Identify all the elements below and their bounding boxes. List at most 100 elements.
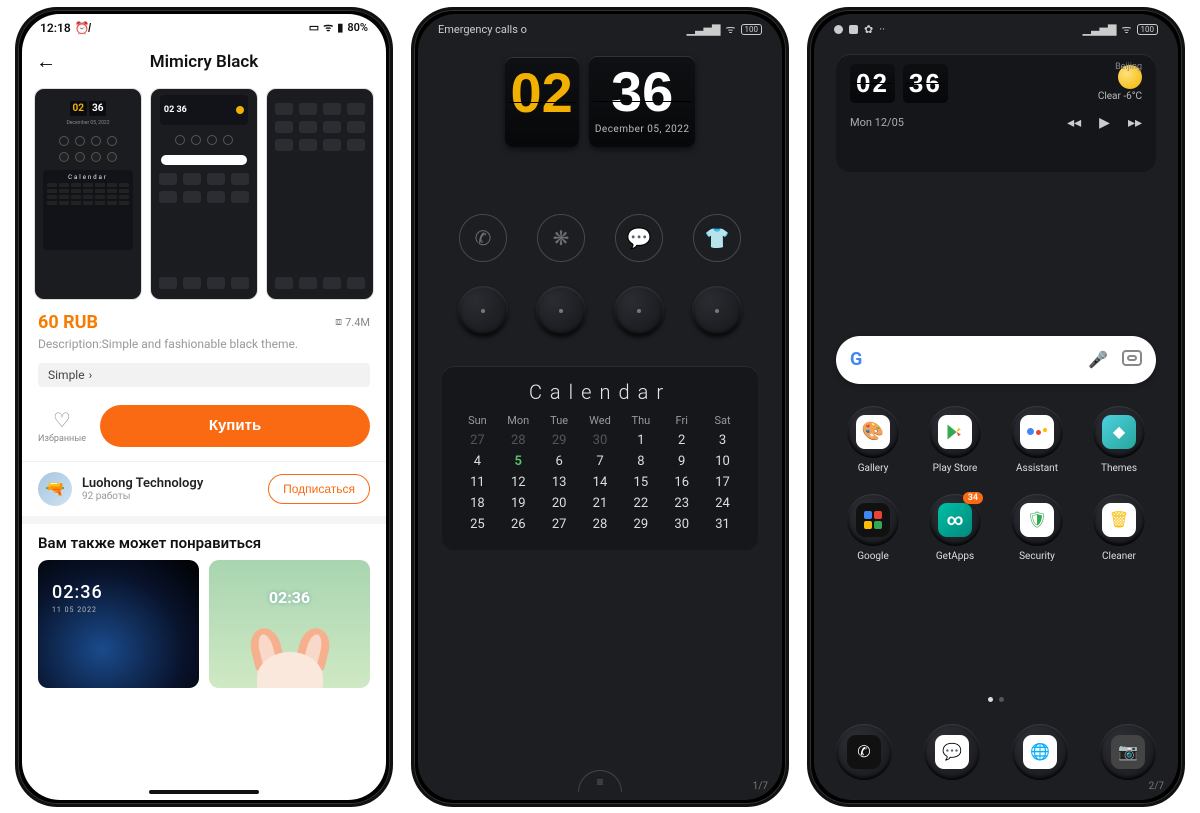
clock-date: December 05, 2022 — [595, 124, 690, 135]
square-icon — [849, 25, 858, 34]
signal-icon: ▁▃▅▇ — [1083, 23, 1117, 36]
carrier-text: Emergency calls o — [438, 23, 527, 36]
calendar-widget[interactable]: Calendar SunMonTueWedThuFriSat 272829301… — [442, 366, 758, 550]
media-prev-icon[interactable]: ◂◂ — [1067, 115, 1081, 131]
app-label: Security — [1019, 551, 1055, 562]
developer-name: Luohong Technology — [82, 476, 258, 491]
calendar-cell[interactable]: 15 — [621, 475, 660, 490]
calendar-cell[interactable]: 29 — [621, 517, 660, 532]
google-search-bar[interactable]: G 🎤 — [836, 336, 1156, 384]
app-google[interactable]: Google — [836, 494, 910, 562]
app-label: Cleaner — [1102, 551, 1136, 562]
calendar-cell[interactable]: 5 — [499, 454, 538, 469]
calendar-cell[interactable]: 26 — [499, 517, 538, 532]
knob-4[interactable] — [692, 286, 742, 336]
dock-messages[interactable]: 💬 — [924, 724, 980, 780]
developer-avatar[interactable]: 🔫 — [38, 472, 72, 506]
clock-weather-widget[interactable]: Beijing 02 36 Clear -6°C Mon 12/05 ◂◂ ▶ … — [836, 54, 1156, 172]
knob-3[interactable] — [614, 286, 664, 336]
calendar-cell[interactable]: 1 — [621, 433, 660, 448]
calendar-cell[interactable]: 4 — [458, 454, 497, 469]
app-cleaner[interactable]: 🗑Cleaner — [1082, 494, 1156, 562]
mic-icon[interactable]: 🎤 — [1088, 350, 1108, 369]
recommendation-2[interactable]: 02:36 — [209, 560, 370, 688]
calendar-cell[interactable]: 27 — [540, 517, 579, 532]
calendar-cell[interactable]: 10 — [703, 454, 742, 469]
media-next-icon[interactable]: ▸▸ — [1128, 115, 1142, 131]
app-assistant[interactable]: Assistant — [1000, 406, 1074, 474]
flip-clock: 02 36December 05, 2022 — [418, 56, 782, 147]
shirt-icon[interactable]: 👕 — [693, 214, 741, 262]
calendar-cell[interactable]: 29 — [540, 433, 579, 448]
calendar-cell[interactable]: 11 — [458, 475, 497, 490]
app-label: Google — [857, 551, 889, 562]
description: Description:Simple and fashionable black… — [22, 333, 386, 355]
app-getapps[interactable]: ∞34GetApps — [918, 494, 992, 562]
subscribe-button[interactable]: Подписаться — [268, 474, 370, 504]
knob-1[interactable] — [458, 286, 508, 336]
app-security[interactable]: 🛡Security — [1000, 494, 1074, 562]
calendar-title: Calendar — [458, 380, 742, 404]
calendar-cell[interactable]: 24 — [703, 496, 742, 511]
recommendation-1[interactable]: 02:36 11 05 2022 — [38, 560, 199, 688]
preview-3[interactable] — [266, 88, 374, 300]
calendar-day-header: Sat — [703, 414, 742, 427]
calendar-day-header: Wed — [581, 414, 620, 427]
preview-2[interactable]: 02 36 — [150, 88, 258, 300]
tag-chip[interactable]: Simple › — [38, 363, 370, 387]
calendar-cell[interactable]: 2 — [662, 433, 701, 448]
calendar-cell[interactable]: 12 — [499, 475, 538, 490]
developer-link[interactable]: Luohong Technology 92 работы — [82, 476, 258, 502]
calendar-cell[interactable]: 21 — [581, 496, 620, 511]
phone-frame-home: ✿ ·· ▁▃▅▇ ᯤ 100 Beijing 02 36 Clear -6°C… — [807, 7, 1185, 807]
calendar-cell[interactable]: 30 — [581, 433, 620, 448]
gesture-pill[interactable] — [149, 790, 259, 794]
calendar-cell[interactable]: 20 — [540, 496, 579, 511]
favorites-button[interactable]: ♡ Избранные — [38, 408, 86, 444]
calendar-cell[interactable]: 30 — [662, 517, 701, 532]
lens-icon[interactable] — [1122, 350, 1142, 366]
shell-icon[interactable]: ❋ — [537, 214, 585, 262]
calendar-cell[interactable]: 23 — [662, 496, 701, 511]
calendar-cell[interactable]: 18 — [458, 496, 497, 511]
calendar-cell[interactable]: 6 — [540, 454, 579, 469]
messenger-icon[interactable]: 💬 — [615, 214, 663, 262]
dock-browser[interactable]: 🌐 — [1012, 724, 1068, 780]
calendar-cell[interactable]: 7 — [581, 454, 620, 469]
theme-previews[interactable]: 0236 December 05, 2022 Calendar 02 36 — [22, 82, 386, 304]
calendar-cell[interactable]: 9 — [662, 454, 701, 469]
knob-2[interactable] — [536, 286, 586, 336]
calendar-cell[interactable]: 19 — [499, 496, 538, 511]
phone-icon[interactable]: ✆ — [459, 214, 507, 262]
dock-phone[interactable]: ✆ — [836, 724, 892, 780]
weather-text: Clear -6°C — [1098, 91, 1142, 102]
calendar-cell[interactable]: 25 — [458, 517, 497, 532]
app-label: Gallery — [858, 463, 889, 474]
calendar-cell[interactable]: 8 — [621, 454, 660, 469]
calendar-cell[interactable]: 22 — [621, 496, 660, 511]
calendar-cell[interactable]: 28 — [499, 433, 538, 448]
back-button[interactable]: ← — [36, 49, 56, 74]
calendar-cell[interactable]: 13 — [540, 475, 579, 490]
app-label: Assistant — [1016, 463, 1058, 474]
calendar-day-header: Thu — [621, 414, 660, 427]
buy-button[interactable]: Купить — [100, 405, 370, 447]
heart-icon: ♡ — [53, 408, 71, 432]
app-gallery[interactable]: 🎨Gallery — [836, 406, 910, 474]
calendar-cell[interactable]: 27 — [458, 433, 497, 448]
dock-camera[interactable]: 📷 — [1100, 724, 1156, 780]
wifi-icon: ᯤ — [1121, 22, 1131, 37]
home-handle[interactable] — [578, 770, 622, 792]
calendar-cell[interactable]: 28 — [581, 517, 620, 532]
media-play-icon[interactable]: ▶ — [1099, 115, 1110, 131]
preview-1[interactable]: 0236 December 05, 2022 Calendar — [34, 88, 142, 300]
chevron-right-icon: › — [89, 368, 93, 382]
app-themes[interactable]: ◆Themes — [1082, 406, 1156, 474]
calendar-cell[interactable]: 3 — [703, 433, 742, 448]
app-play-store[interactable]: Play Store — [918, 406, 992, 474]
calendar-cell[interactable]: 31 — [703, 517, 742, 532]
calendar-cell[interactable]: 14 — [581, 475, 620, 490]
calendar-cell[interactable]: 16 — [662, 475, 701, 490]
phone-frame-lockscreen: Emergency calls o ▁▃▅▇ ᯤ 100 02 36Decemb… — [411, 7, 789, 807]
calendar-cell[interactable]: 17 — [703, 475, 742, 490]
